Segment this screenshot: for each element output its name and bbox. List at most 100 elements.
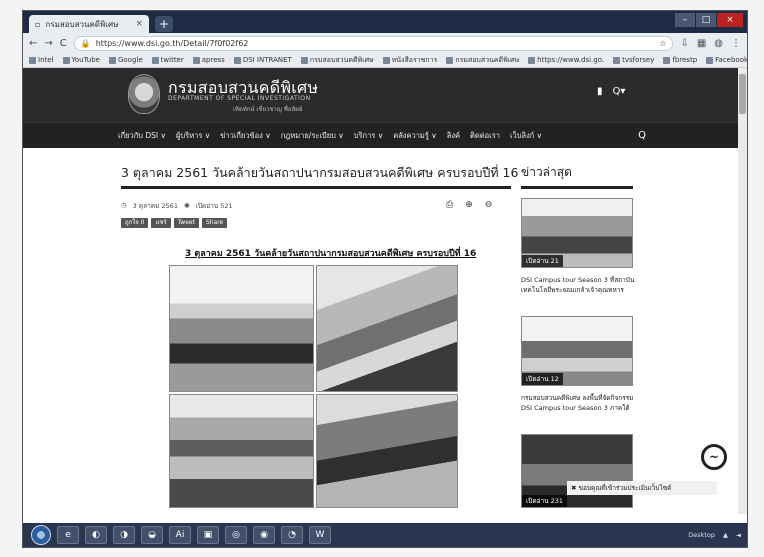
new-tab-button[interactable]: + [155, 16, 173, 32]
bookmark-item[interactable]: กรมสอบสวนคดีพิเศษ [446, 55, 519, 66]
news-thumbnail[interactable]: เปิดอ่าน 21 [521, 198, 633, 268]
browser-actions: ⇩ ▦ ◍ ⋮ [680, 38, 741, 49]
bookmark-item[interactable]: Google [108, 56, 143, 64]
taskbar-app[interactable]: ◉ [253, 526, 275, 544]
bookmark-item[interactable]: fbrestp [663, 56, 697, 64]
forward-arrow-icon[interactable]: → [44, 38, 52, 49]
window-controls: – □ × [675, 13, 743, 27]
sidebar-divider [521, 186, 633, 189]
scroll-thumb[interactable] [739, 74, 746, 114]
like-button[interactable]: ถูกใจ 0 [121, 218, 149, 228]
close-icon[interactable]: × [135, 19, 143, 29]
bookmark-item[interactable]: DSI INTRANET [233, 56, 292, 64]
network-icon[interactable]: ▲ [723, 531, 728, 539]
post-date: 3 ตุลาคม 2561 [132, 202, 178, 210]
menu-icon[interactable]: ⋮ [731, 38, 741, 49]
nav-item-news[interactable]: ข่าวเกี่ยวข้อง ∨ [220, 130, 270, 142]
extensions-icon[interactable]: ▦ [697, 38, 706, 49]
nav-item-laws[interactable]: กฎหมาย/ระเบียบ ∨ [281, 130, 344, 142]
event-photo[interactable] [169, 265, 314, 392]
news-thumbnail[interactable]: เปิดอ่าน 12 [521, 316, 633, 386]
zoom-out-icon[interactable]: ⊖ [485, 200, 493, 210]
nav-item-weblinks[interactable]: เว็บลิงก์ ∨ [510, 130, 542, 142]
download-icon[interactable]: ⇩ [680, 38, 688, 49]
taskbar-app[interactable]: ◑ [113, 526, 135, 544]
share-buttons: ถูกใจ 0 แชร์ Tweet Share [121, 218, 228, 228]
chat-icon[interactable]: ~ [701, 444, 727, 470]
taskbar-app[interactable]: ◒ [141, 526, 163, 544]
nav-item-knowledge[interactable]: คลังความรู้ ∨ [393, 130, 437, 142]
site-subtitle: DEPARTMENT OF SPECIAL INVESTIGATION [168, 95, 311, 102]
title-divider [121, 186, 511, 189]
bookmarks-bar: Intel YouTube Google twitter apress DSI … [23, 53, 747, 68]
tray-label[interactable]: Desktop [688, 531, 715, 539]
back-arrow-icon[interactable]: ← [29, 38, 37, 49]
nav-item-services[interactable]: บริการ ∨ [354, 130, 383, 142]
views-badge: เปิดอ่าน 231 [522, 495, 568, 507]
search-icon[interactable]: Q▾ [613, 86, 626, 97]
browser-tab[interactable]: ▫ กรมสอบสวนคดีพิเศษ × [29, 15, 149, 33]
nav-item-about[interactable]: เกี่ยวกับ DSI ∨ [118, 130, 166, 142]
bookmark-item[interactable]: https://www.dsi.go. [528, 56, 604, 64]
photo-frame: ▫ กรมสอบสวนคดีพิเศษ × + – □ × ← → C 🔒 ht… [0, 0, 764, 557]
bookmark-item[interactable]: twitter [151, 56, 184, 64]
bookmark-item[interactable]: YouTube [62, 56, 100, 64]
event-photo[interactable] [169, 394, 314, 508]
line-share-button[interactable]: Share [201, 218, 228, 228]
profile-icon[interactable]: ◍ [714, 38, 723, 49]
bookmark-icon[interactable]: ▮ [597, 86, 603, 97]
views-badge: เปิดอ่าน 12 [522, 373, 563, 385]
dsi-logo[interactable] [128, 74, 160, 114]
news-link[interactable]: กรมสอบสวนคดีพิเศษ ลงพื้นที่จัดกิจกรรม DS… [521, 393, 637, 413]
bookmark-item[interactable]: apress [192, 56, 225, 64]
taskbar-app[interactable]: e [57, 526, 79, 544]
post-title: 3 ตุลาคม 2561 วันคล้ายวันสถาปนากรมสอบสวน… [121, 165, 519, 180]
views-badge: เปิดอ่าน 21 [522, 255, 563, 267]
volume-icon[interactable]: ◄ [736, 531, 741, 539]
star-icon[interactable]: ☆ [659, 39, 666, 48]
taskbar-app[interactable]: ▣ [197, 526, 219, 544]
share-button[interactable]: แชร์ [151, 218, 171, 228]
print-icon[interactable]: ⎙ [446, 200, 453, 210]
taskbar-app[interactable]: ◎ [225, 526, 247, 544]
nav-item-contact[interactable]: ติดต่อเรา [470, 130, 500, 142]
nav-search-icon[interactable]: Q [638, 130, 646, 141]
header-icons: ▮ Q▾ [597, 86, 625, 97]
start-button[interactable] [31, 525, 51, 545]
event-photo[interactable] [316, 394, 458, 508]
clock-icon: ◷ [121, 201, 127, 209]
news-link[interactable]: DSI Campus tour Season 3 ที่สถาบันเทคโนโ… [521, 275, 637, 295]
tweet-button[interactable]: Tweet [173, 218, 199, 228]
nav-item-links[interactable]: ลิงค์ [447, 130, 460, 142]
browser-window: ▫ กรมสอบสวนคดีพิเศษ × + – □ × ← → C 🔒 ht… [22, 10, 748, 548]
news-thumbnail[interactable]: เปิดอ่าน 231 [521, 434, 633, 508]
bookmark-item[interactable]: Intel [29, 56, 54, 64]
lock-icon: 🔒 [80, 38, 91, 48]
survey-notice[interactable]: ✖ ขอบคุณที่เข้าร่วมประเมินเว็บไซต์ [567, 481, 717, 495]
sidebar-title: ข่าวล่าสุด [521, 165, 572, 179]
site-tagline: เทิดทักษ์ เชี่ยวชาญ ซื่อสัตย์ [233, 106, 303, 113]
taskbar-app[interactable]: ◐ [85, 526, 107, 544]
url-input[interactable]: 🔒 https://www.dsi.go.th/Detail/7f0f02f62… [73, 35, 674, 51]
tab-title: กรมสอบสวนคดีพิเศษ [45, 19, 119, 29]
zoom-in-icon[interactable]: ⊕ [465, 200, 473, 210]
taskbar-app[interactable]: Ai [169, 526, 191, 544]
close-window-button[interactable]: × [717, 13, 743, 27]
tab-strip: ▫ กรมสอบสวนคดีพิเศษ × + – □ × [23, 11, 747, 33]
minimize-button[interactable]: – [675, 13, 695, 27]
taskbar-app[interactable]: W [309, 526, 331, 544]
post-tools: ⎙ ⊕ ⊖ [446, 200, 492, 210]
taskbar-app[interactable]: ◔ [281, 526, 303, 544]
nav-item-executives[interactable]: ผู้บริหาร ∨ [176, 130, 210, 142]
page-scrollbar[interactable] [738, 68, 747, 514]
article-heading: 3 ตุลาคม 2561 วันคล้ายวันสถาปนากรมสอบสวน… [185, 249, 477, 259]
event-photo[interactable] [316, 265, 458, 392]
reload-icon[interactable]: C [60, 38, 67, 49]
bookmark-item[interactable]: หนังสือราชการ [382, 55, 437, 66]
post-meta: ◷ 3 ตุลาคม 2561 ◉ เปิดอ่าน 521 [121, 201, 233, 211]
page-content: 3 ตุลาคม 2561 วันคล้ายวันสถาปนากรมสอบสวน… [23, 148, 747, 508]
maximize-button[interactable]: □ [696, 13, 716, 27]
bookmark-item[interactable]: กรมสอบสวนคดีพิเศษ [300, 55, 374, 66]
bookmark-item[interactable]: tvsforsey [613, 56, 654, 64]
bookmark-item[interactable]: Facebook - เข้าสู่ระบบ [706, 55, 747, 66]
